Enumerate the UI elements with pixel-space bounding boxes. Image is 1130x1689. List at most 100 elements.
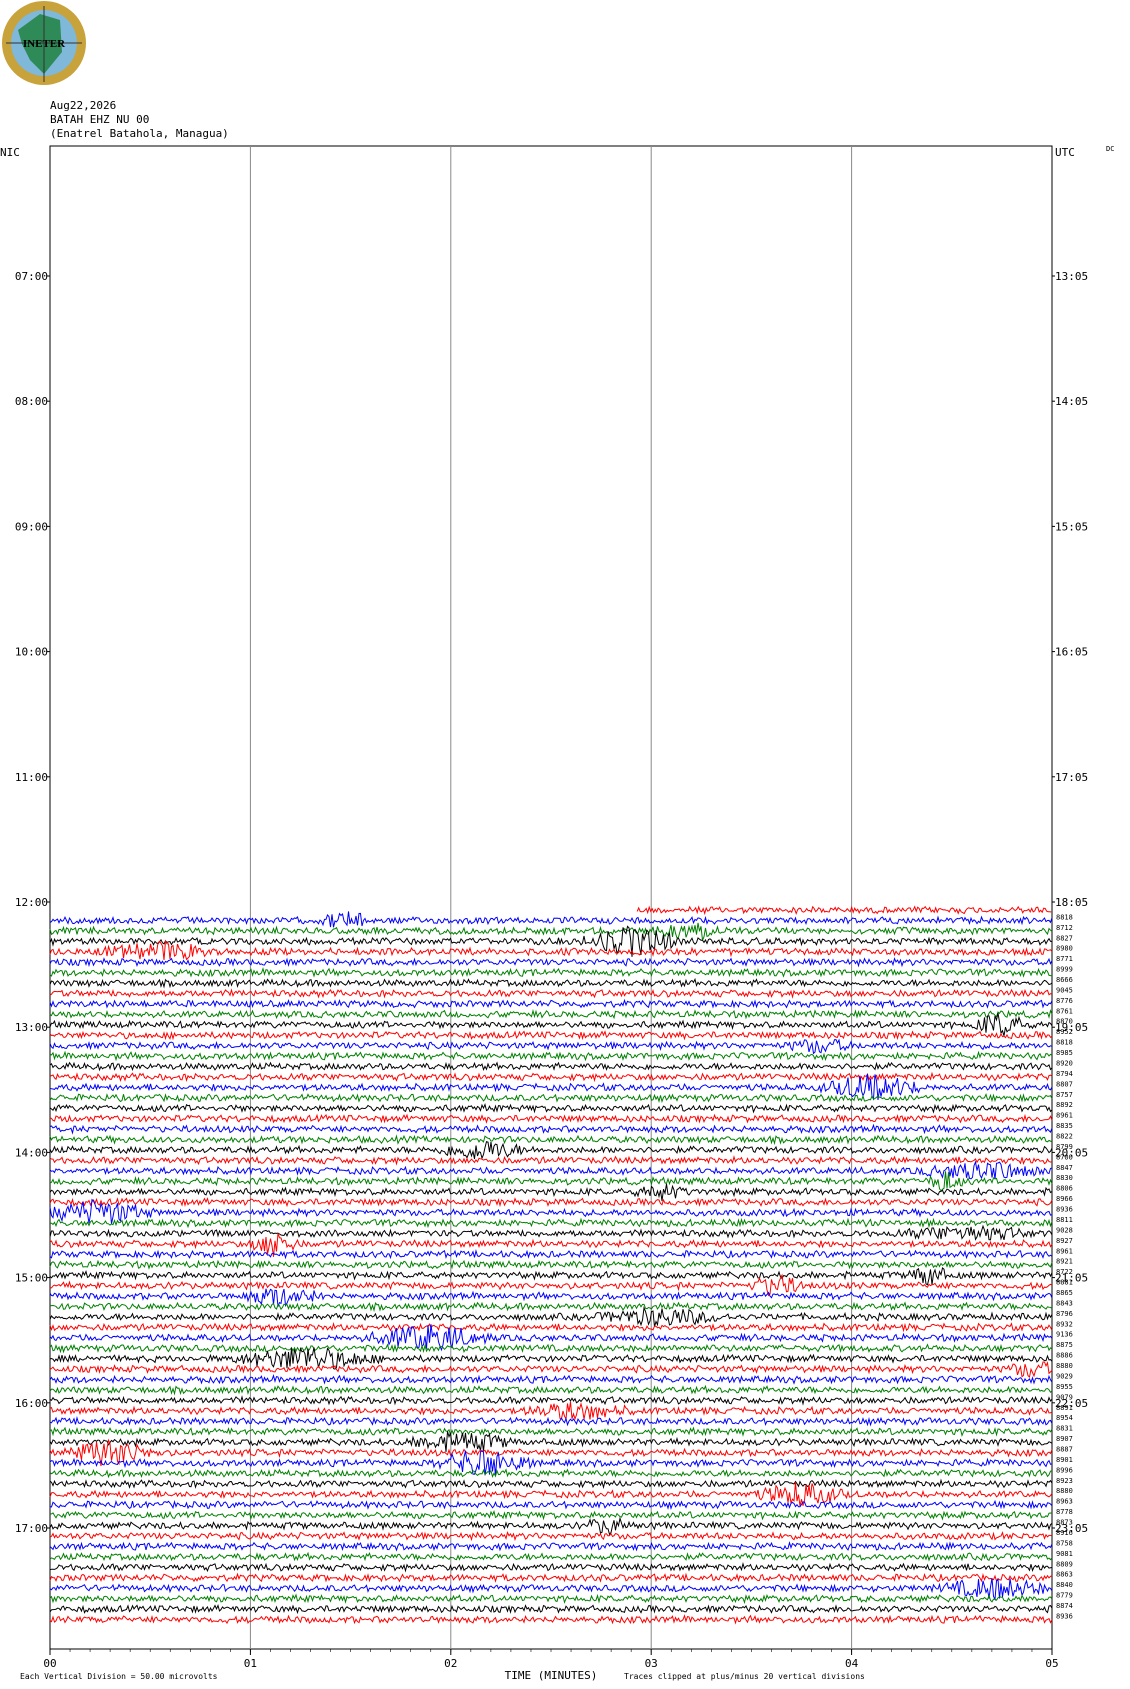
seismic-trace [49,1578,1053,1602]
trace-value-label: 8936 [1056,1612,1073,1620]
left-time-label: 17:00 [15,1522,48,1535]
seismic-trace [49,1092,1053,1104]
trace-value-label: 8980 [1056,945,1073,953]
trace-value-label: 9136 [1056,1331,1073,1339]
trace-value-label: 8758 [1056,1539,1073,1547]
seismic-trace [49,1008,1053,1020]
trace-value-label: 8794 [1056,1070,1073,1078]
trace-value-label: 8999 [1056,966,1073,974]
seismic-trace [49,1343,1053,1354]
seismic-trace [49,1401,1053,1421]
trace-value-label: 8881 [1056,1279,1073,1287]
seismic-trace [49,957,1053,968]
seismic-trace [49,1604,1053,1615]
trace-value-label: 8961 [1056,1247,1073,1255]
trace-value-label: 8799 [1056,1143,1073,1151]
trace-value-label: 8985 [1056,1049,1073,1057]
x-tick-label: 02 [444,1657,457,1670]
trace-value-label: 8700 [1056,1153,1073,1161]
right-time-label: 13:05 [1055,270,1088,283]
seismic-trace [49,1346,1053,1370]
seismic-trace [49,1499,1053,1511]
trace-value-label: 8830 [1056,1174,1073,1182]
seismic-trace [49,1266,1053,1286]
seismic-trace [49,1183,1053,1202]
seismic-trace [49,977,1053,989]
right-time-label: 18:05 [1055,896,1088,909]
left-time-label: 15:00 [15,1272,48,1285]
seismic-trace [49,1561,1053,1573]
trace-value-label: 8901 [1056,1456,1073,1464]
seismic-trace [636,905,1052,916]
trace-value-label: 8807 [1056,1080,1073,1088]
trace-value-label: 9045 [1056,986,1073,994]
seismic-trace [49,1123,1053,1135]
seismic-trace [49,1551,1053,1562]
trace-value-label: 8874 [1056,1602,1073,1610]
trace-value-label: 8835 [1056,1122,1073,1130]
x-tick-label: 05 [1045,1657,1058,1670]
trace-value-label: 8722 [1056,1268,1073,1276]
trace-value-label: 8921 [1056,1258,1073,1266]
trace-value-label: 8806 [1056,1185,1073,1193]
seismic-trace [49,922,1053,941]
x-tick-label: 03 [645,1657,658,1670]
trace-value-label: 8887 [1056,1445,1073,1453]
trace-value-label: 9081 [1056,1550,1073,1558]
seismic-trace [49,1531,1053,1542]
trace-value-label: 8776 [1056,997,1073,1005]
trace-value-label: 8843 [1056,1299,1073,1307]
seismic-trace [49,1384,1053,1396]
x-tick-label: 01 [244,1657,257,1670]
left-time-label: 16:00 [15,1397,48,1410]
seismic-trace [49,1509,1053,1521]
trace-value-label: 8779 [1056,1592,1073,1600]
seismic-trace [49,1301,1053,1313]
trace-value-label: 8796 [1056,1310,1073,1318]
seismic-trace [49,1395,1053,1406]
seismic-trace [49,1614,1053,1625]
seismic-trace [49,1171,1053,1192]
trace-value-label: 8863 [1056,1571,1073,1579]
trace-value-label: 8936 [1056,1206,1073,1214]
trace-value-label: 8757 [1056,1091,1073,1099]
trace-value-label: 8811 [1056,1216,1073,1224]
trace-value-label: 8771 [1056,955,1073,963]
right-time-label: 14:05 [1055,395,1088,408]
trace-value-label: 8996 [1056,1466,1073,1474]
trace-value-label: 8880 [1056,1487,1073,1495]
trace-value-label: 8892 [1056,1101,1073,1109]
seismic-trace [49,1426,1053,1438]
seismic-trace [49,1217,1053,1229]
seismic-trace [49,988,1053,999]
seismic-trace [49,967,1053,978]
right-time-label: 17:05 [1055,771,1088,784]
seismic-trace [49,1197,1053,1208]
seismic-trace [49,1374,1053,1385]
trace-value-label: 8927 [1056,1237,1073,1245]
trace-value-label: 8831 [1056,1425,1073,1433]
left-axis-title: NIC [0,146,20,159]
trace-value-label: 8778 [1056,1508,1073,1516]
right-time-label: 15:05 [1055,520,1088,533]
trace-value-label: 8880 [1056,1362,1073,1370]
seismic-trace [49,1224,1053,1241]
seismic-trace [49,1030,1053,1041]
seismic-trace [49,1468,1053,1479]
trace-value-label: 9029 [1056,1372,1073,1380]
seismic-trace [49,911,1053,928]
trace-value-label: 8886 [1056,1352,1073,1360]
helicorder-plot: 00 01 02 03 04 05 NIC UTC DC 07:00 08:00 09:00 10:00… [0,145,1114,1682]
trace-value-label: 8873 [1056,1519,1073,1527]
right-time-label: 16:05 [1055,646,1088,659]
x-tick-label: 04 [845,1657,859,1670]
right-axis-title: UTC [1055,146,1075,159]
trace-value-label: 8961 [1056,1112,1073,1120]
seismic-trace [49,1134,1053,1146]
trace-value-label: 8865 [1056,1289,1073,1297]
seismic-trace [49,1140,1053,1160]
seismic-trace [49,1572,1053,1583]
trace-value-label: 8822 [1056,1132,1073,1140]
trace-value-label: 8818 [1056,913,1073,921]
trace-value-label: 8847 [1056,1164,1073,1172]
